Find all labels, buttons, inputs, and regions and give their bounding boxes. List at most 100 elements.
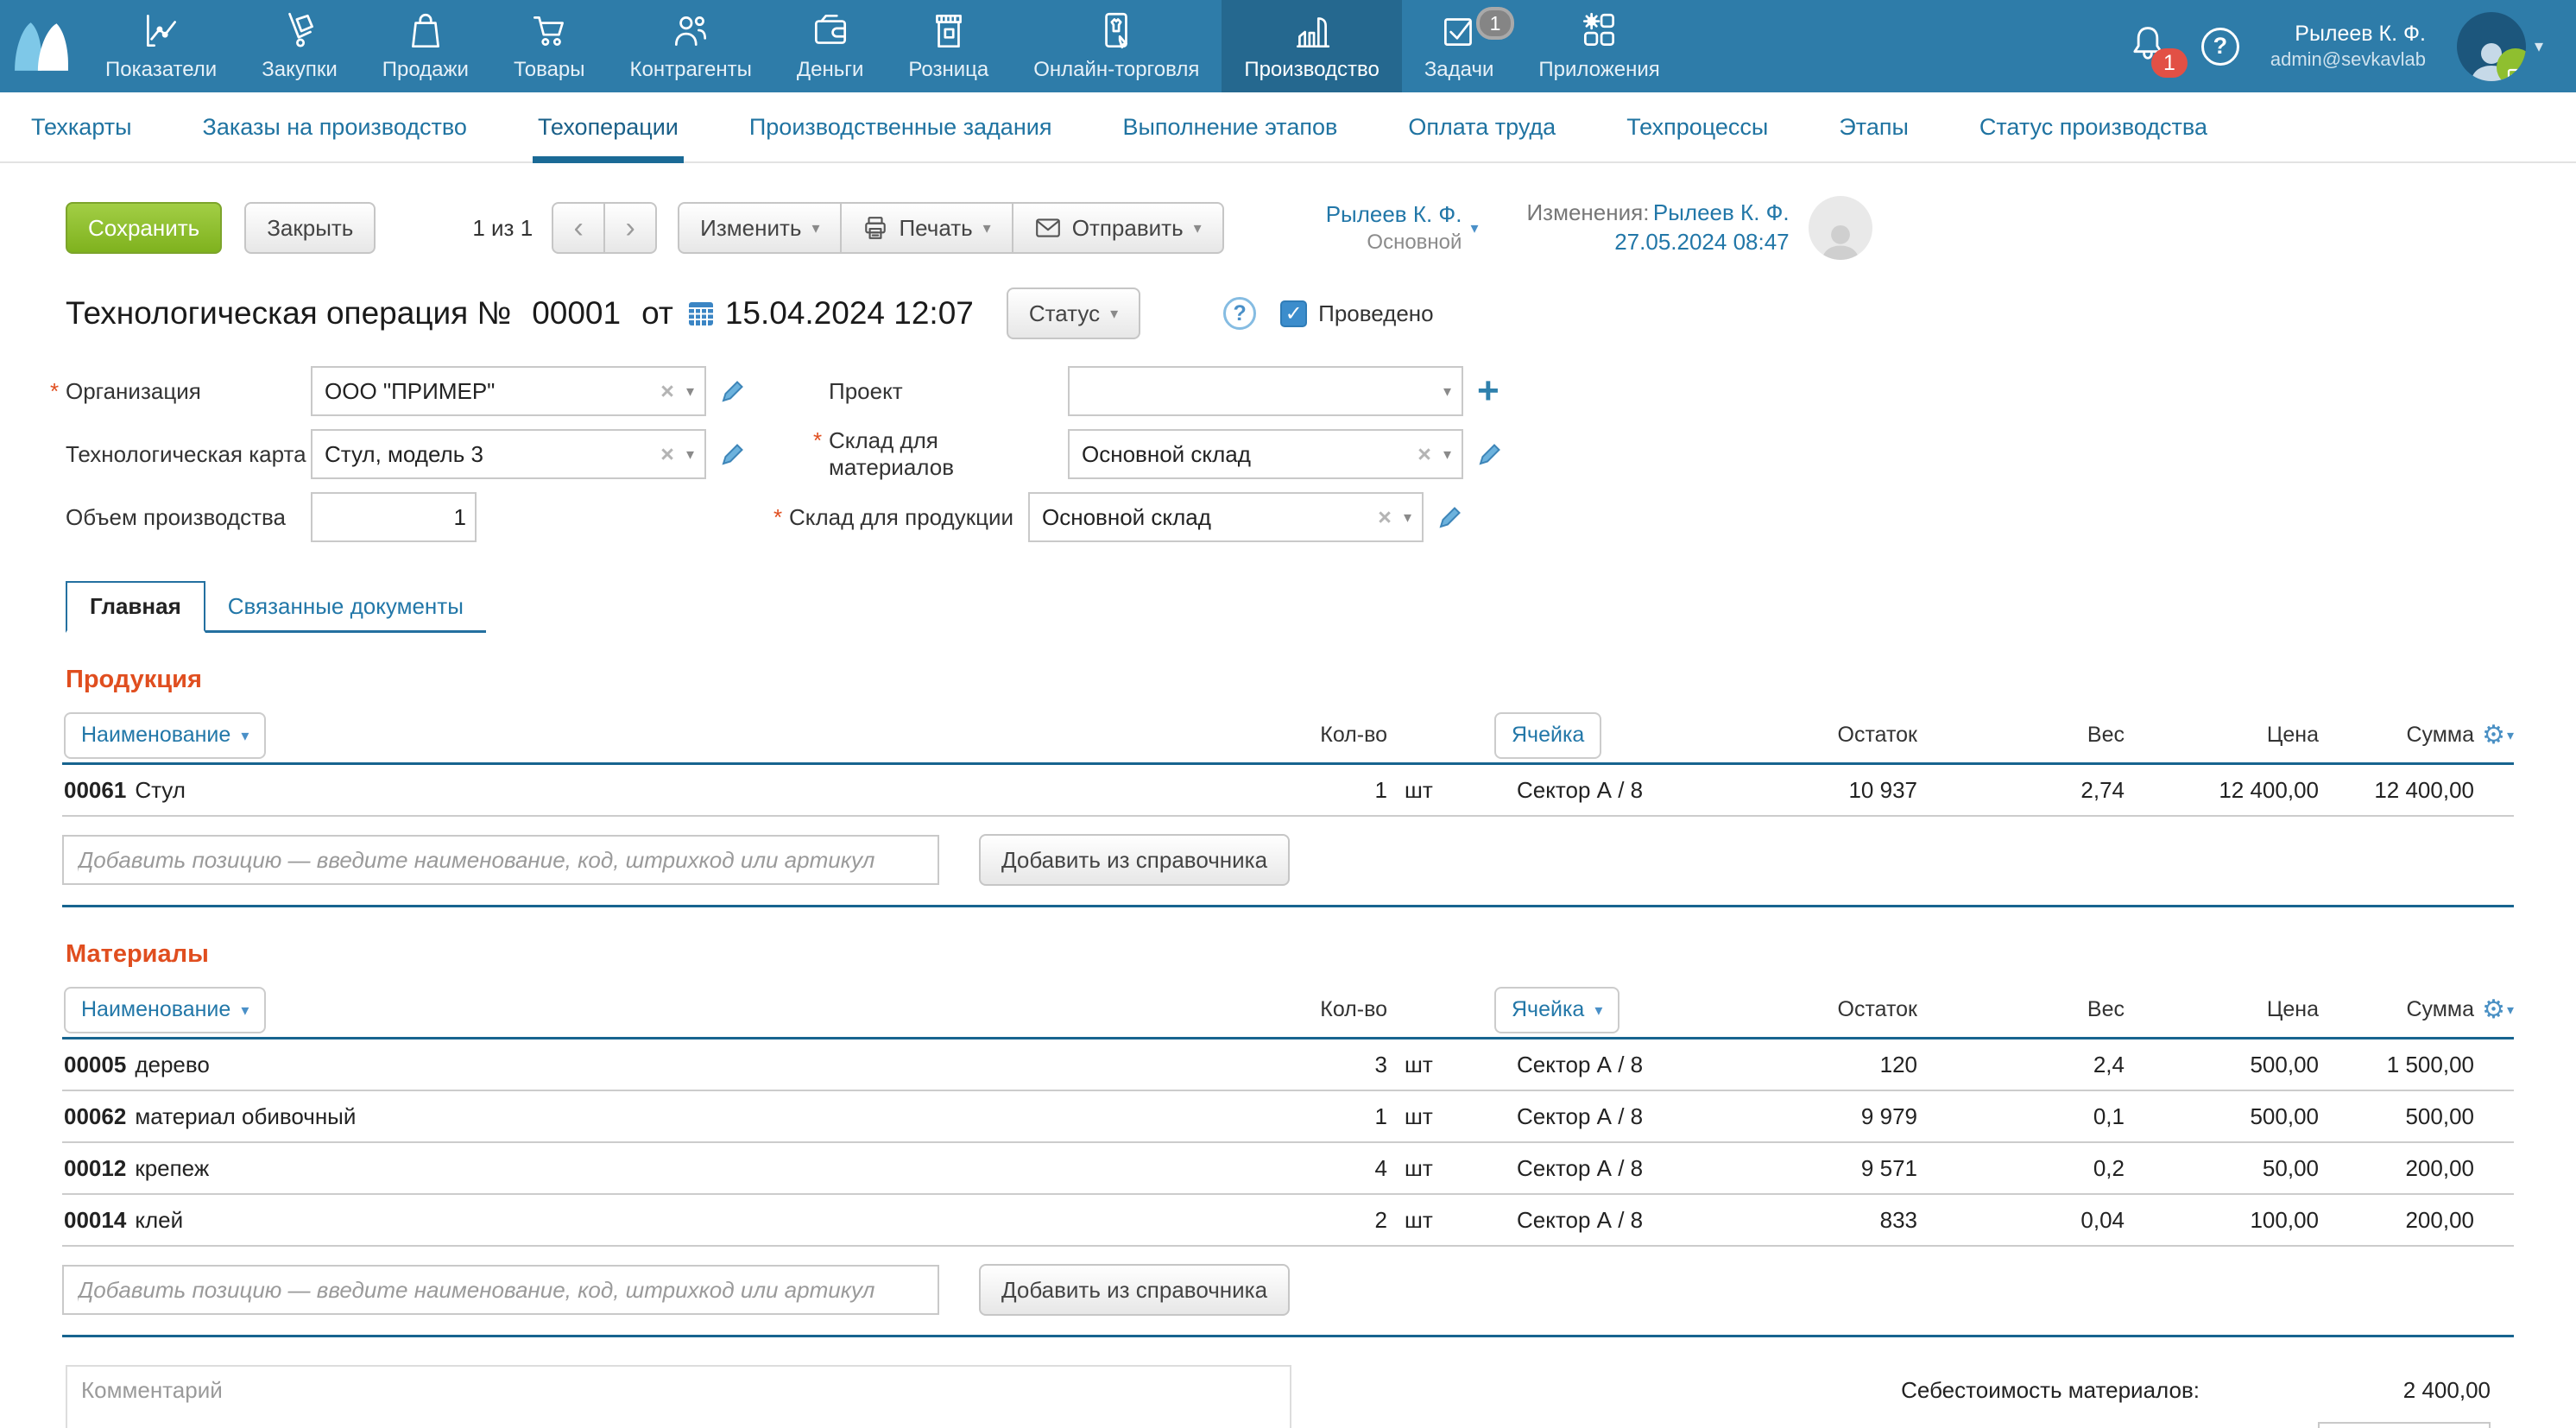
user-block[interactable]: Рылеев К. Ф. admin@sevkavlab — [2270, 21, 2426, 72]
chevron-down-icon[interactable]: ▾ — [2507, 727, 2514, 744]
edit-dropdown-button[interactable]: Изменить ▾ — [678, 202, 842, 254]
add-project-button[interactable]: + — [1477, 372, 1500, 410]
product-weight: 2,74 — [1917, 777, 2125, 804]
subnav-labor-payment[interactable]: Оплата труда — [1408, 92, 1556, 161]
nav-item-retail[interactable]: Розница — [886, 0, 1011, 92]
material-row[interactable]: 00012крепеж 4 шт Сектор А / 8 9 571 0,2 … — [62, 1143, 2514, 1195]
nav-item-indicators[interactable]: Показатели — [83, 0, 239, 92]
clear-icon[interactable]: × — [1417, 441, 1431, 468]
clear-icon[interactable]: × — [1378, 504, 1392, 531]
nav-item-purchases[interactable]: Закупки — [239, 0, 360, 92]
subnav-techprocesses[interactable]: Техпроцессы — [1626, 92, 1768, 161]
tab-main[interactable]: Главная — [66, 581, 205, 633]
nav-item-tasks[interactable]: Задачи 1 — [1402, 0, 1517, 92]
chevron-down-icon[interactable]: ▾ — [1404, 509, 1411, 525]
materials-add-from-catalog-button[interactable]: Добавить из справочника — [979, 1264, 1290, 1316]
material-weight: 0,04 — [1917, 1207, 2125, 1234]
handtruck-icon — [278, 9, 321, 53]
printer-icon — [862, 215, 888, 241]
prev-document-button[interactable]: ‹ — [552, 202, 605, 254]
calendar-icon[interactable] — [687, 300, 715, 327]
send-label: Отправить — [1072, 215, 1184, 242]
chevron-down-icon[interactable]: ▾ — [686, 383, 694, 399]
notifications-badge: 1 — [2151, 48, 2188, 78]
tech-card-edit-pencil-icon[interactable] — [720, 441, 746, 467]
chevron-down-icon[interactable]: ▾ — [1443, 383, 1451, 399]
material-unit: шт — [1387, 1155, 1460, 1182]
doc-number[interactable]: 00001 — [532, 295, 621, 332]
stock-column-header: Остаток — [1719, 997, 1917, 1022]
products-add-from-catalog-button[interactable]: Добавить из справочника — [979, 834, 1290, 886]
products-add-position-input[interactable] — [62, 835, 939, 885]
product-sum: 12 400,00 — [2319, 777, 2474, 804]
totals-block: Себестоимость материалов: 2 400,00 Затра… — [1803, 1365, 2510, 1428]
material-price: 100,00 — [2125, 1207, 2319, 1234]
nav-item-counterparties[interactable]: Контрагенты — [608, 0, 774, 92]
close-button[interactable]: Закрыть — [244, 202, 376, 254]
task-icon — [1437, 9, 1481, 53]
print-dropdown-button[interactable]: Печать ▾ — [840, 202, 1013, 254]
save-button[interactable]: Сохранить — [66, 202, 222, 254]
posted-checkbox[interactable]: ✓ — [1280, 300, 1307, 327]
materials-name-column-button[interactable]: Наименование ▾ — [64, 987, 266, 1033]
table-settings-gear-icon[interactable]: ⚙ — [2482, 723, 2505, 749]
material-row[interactable]: 00062материал обивочный 1 шт Сектор А / … — [62, 1091, 2514, 1143]
chevron-down-icon[interactable]: ▾ — [686, 446, 694, 462]
send-dropdown-button[interactable]: Отправить ▾ — [1012, 202, 1224, 254]
status-dropdown-button[interactable]: Статус ▾ — [1007, 287, 1140, 339]
subnav-techcards[interactable]: Техкарты — [31, 92, 132, 161]
logo-icon — [13, 21, 70, 73]
material-row[interactable]: 00014клей 2 шт Сектор А / 8 833 0,04 100… — [62, 1195, 2514, 1247]
materials-store-edit-pencil-icon[interactable] — [1477, 441, 1503, 467]
owner-name-link[interactable]: Рылеев К. Ф. — [1326, 200, 1462, 230]
chevron-down-icon[interactable]: ▾ — [1443, 446, 1451, 462]
product-row[interactable]: 00061Стул 1 шт Сектор А / 8 10 937 2,74 … — [62, 765, 2514, 817]
materials-add-position-input[interactable] — [62, 1265, 939, 1315]
subnav-production-tasks[interactable]: Производственные задания — [749, 92, 1052, 161]
materials-cell-column-button[interactable]: Ячейка ▾ — [1494, 987, 1619, 1033]
products-store-edit-pencil-icon[interactable] — [1437, 504, 1463, 530]
tech-card-combobox[interactable]: Стул, модель 3 × ▾ — [311, 429, 706, 479]
material-stock: 9 979 — [1719, 1103, 1917, 1130]
production-cost-input[interactable] — [2318, 1422, 2491, 1428]
products-store-combobox[interactable]: Основной склад × ▾ — [1028, 492, 1424, 542]
chevron-down-icon[interactable]: ▾ — [2507, 1001, 2514, 1019]
nav-item-online-trade[interactable]: Онлайн-торговля — [1011, 0, 1222, 92]
subnav-production-status[interactable]: Статус производства — [1979, 92, 2207, 161]
nav-item-sales[interactable]: Продажи — [360, 0, 491, 92]
subnav-production-orders[interactable]: Заказы на производство — [203, 92, 467, 161]
notifications-button[interactable]: 1 — [2125, 22, 2170, 71]
nav-item-apps[interactable]: Приложения — [1516, 0, 1682, 92]
doc-datetime[interactable]: 15.04.2024 12:07 — [725, 295, 974, 332]
subnav-stages[interactable]: Этапы — [1839, 92, 1909, 161]
tab-linked-documents[interactable]: Связанные документы — [205, 583, 486, 630]
changes-datetime-link[interactable]: 27.05.2024 08:47 — [1614, 229, 1789, 255]
clear-icon[interactable]: × — [660, 378, 674, 405]
subnav-techoperations[interactable]: Техоперации — [538, 92, 679, 161]
comment-textarea[interactable] — [66, 1365, 1291, 1428]
org-edit-pencil-icon[interactable] — [720, 378, 746, 404]
products-add-row: Добавить из справочника — [62, 834, 2514, 886]
user-avatar[interactable]: ▾ — [2457, 12, 2543, 81]
products-cell-column-button[interactable]: Ячейка — [1494, 712, 1601, 759]
subnav-stage-execution[interactable]: Выполнение этапов — [1122, 92, 1337, 161]
products-name-column-button[interactable]: Наименование ▾ — [64, 712, 266, 759]
volume-input[interactable] — [311, 492, 477, 542]
moysklad-logo[interactable] — [0, 0, 83, 92]
nav-item-money[interactable]: Деньги — [774, 0, 887, 92]
clear-icon[interactable]: × — [660, 441, 674, 468]
table-settings-gear-icon[interactable]: ⚙ — [2482, 997, 2505, 1023]
product-code: 00061 — [64, 777, 126, 803]
owner-selector[interactable]: Рылеев К. Ф. Основной ▾ — [1326, 200, 1479, 256]
project-combobox[interactable]: ▾ — [1068, 366, 1463, 416]
material-row[interactable]: 00005дерево 3 шт Сектор А / 8 120 2,4 50… — [62, 1039, 2514, 1091]
next-document-button[interactable]: › — [603, 202, 657, 254]
changes-author-link[interactable]: Рылеев К. Ф. — [1653, 199, 1790, 225]
materials-store-combobox[interactable]: Основной склад × ▾ — [1068, 429, 1463, 479]
posted-help-icon[interactable]: ? — [1223, 297, 1256, 330]
project-label: Проект — [829, 378, 1068, 405]
org-combobox[interactable]: ООО "ПРИМЕР" × ▾ — [311, 366, 706, 416]
nav-item-goods[interactable]: Товары — [491, 0, 608, 92]
help-button[interactable]: ? — [2201, 28, 2239, 66]
nav-item-production[interactable]: Производство — [1222, 0, 1401, 92]
